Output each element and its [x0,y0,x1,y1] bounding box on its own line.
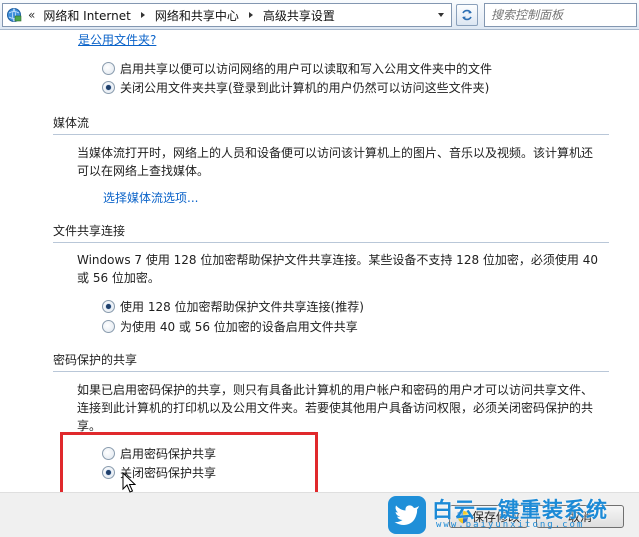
encryption-40-56-option[interactable]: 为使用 40 或 56 位加密的设备启用文件共享 [102,318,358,335]
settings-content: 是公用文件夹? 启用共享以便可以访问网络的用户可以读取和写入公用文件夹中的文件 … [0,31,639,491]
radio-button-selected[interactable] [102,300,115,313]
section-divider [53,371,609,372]
network-icon [6,7,22,23]
file-sharing-description: Windows 7 使用 128 位加密帮助保护文件共享连接。某些设备不支持 1… [77,251,617,287]
option-label: 使用 128 位加密帮助保护文件共享连接(推荐) [120,300,364,314]
address-history-dropdown-icon[interactable] [433,6,449,24]
address-toolbar: « 网络和 Internet 网络和共享中心 高级共享设置 [0,0,639,30]
radio-button[interactable] [102,320,115,333]
breadcrumb-overflow-icon[interactable]: « [28,8,35,22]
media-streaming-title: 媒体流 [53,116,90,130]
file-sharing-title: 文件共享连接 [53,224,126,238]
radio-button-selected[interactable] [102,81,115,94]
public-folder-enable-option[interactable]: 启用共享以便可以访问网络的用户可以读取和写入公用文件夹中的文件 [102,60,492,77]
mouse-cursor-icon [122,472,136,493]
password-sharing-description: 如果已启用密码保护的共享，则只有具备此计算机的用户帐户和密码的用户才可以访问共享… [77,381,617,435]
radio-button[interactable] [102,62,115,75]
highlight-box [60,432,318,496]
encryption-128-option[interactable]: 使用 128 位加密帮助保护文件共享连接(推荐) [102,298,364,315]
address-bar[interactable]: « 网络和 Internet 网络和共享中心 高级共享设置 [2,3,452,27]
refresh-button[interactable] [456,4,478,26]
media-streaming-options-link[interactable]: 选择媒体流选项... [103,189,198,206]
media-streaming-description: 当媒体流打开时，网络上的人员和设备便可以访问该计算机上的图片、音乐以及视频。该计… [77,144,617,180]
chevron-right-icon[interactable] [243,4,259,26]
breadcrumb-advanced-sharing[interactable]: 高级共享设置 [259,7,339,24]
bird-logo-icon [388,496,426,534]
chevron-right-icon[interactable] [135,4,151,26]
description-line: 可以在网络上查找媒体。 [77,164,210,178]
section-divider [53,242,609,243]
description-line: 连接到此计算机的打印机以及公用文件夹。若要使其他用户具备访问权限，必须关闭密码保… [77,401,594,415]
breadcrumb-network-internet[interactable]: 网络和 Internet [39,7,134,24]
option-label: 关闭公用文件夹共享(登录到此计算机的用户仍然可以访问这些文件夹) [120,81,490,95]
description-line: 或 56 位加密。 [77,271,160,285]
public-folder-disable-option[interactable]: 关闭公用文件夹共享(登录到此计算机的用户仍然可以访问这些文件夹) [102,79,489,96]
option-label: 为使用 40 或 56 位加密的设备启用文件共享 [120,320,358,334]
refresh-icon [462,9,472,21]
option-label: 启用共享以便可以访问网络的用户可以读取和写入公用文件夹中的文件 [120,62,493,76]
search-box[interactable] [484,3,637,27]
public-folder-help-link[interactable]: 是公用文件夹? [78,31,156,48]
password-sharing-title: 密码保护的共享 [53,353,138,367]
watermark-url: www.baiyunxitong.com [436,520,585,530]
description-line: 当媒体流打开时，网络上的人员和设备便可以访问该计算机上的图片、音乐以及视频。该计… [77,146,594,160]
section-divider [53,134,609,135]
description-line: 如果已启用密码保护的共享，则只有具备此计算机的用户帐户和密码的用户才可以访问共享… [77,383,594,397]
description-line: Windows 7 使用 128 位加密帮助保护文件共享连接。某些设备不支持 1… [77,253,598,267]
breadcrumb-network-sharing-center[interactable]: 网络和共享中心 [151,7,243,24]
watermark: 白云一键重装系统 www.baiyunxitong.com [382,493,639,537]
search-input[interactable] [485,4,636,26]
